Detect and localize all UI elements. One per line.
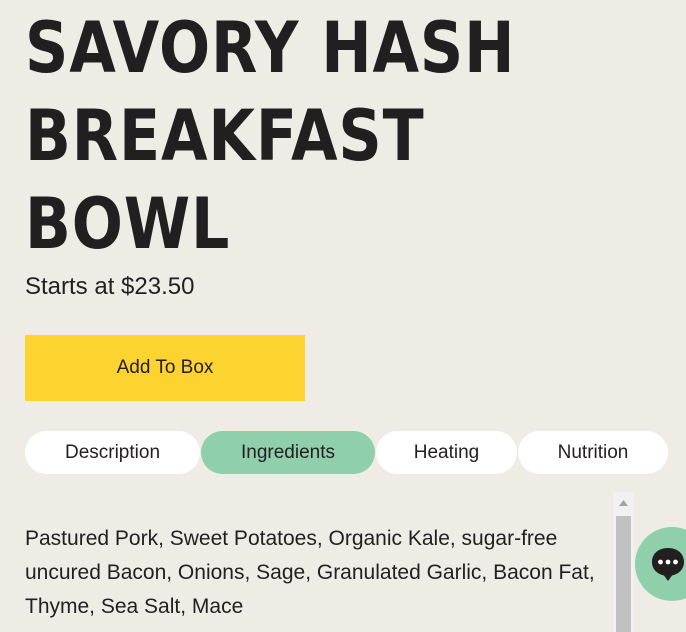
chat-button[interactable]: [635, 527, 686, 601]
product-title-line-1: SAVORY HASH: [25, 7, 516, 89]
tab-description[interactable]: Description: [25, 431, 200, 474]
product-title-line-3: BOWL: [25, 183, 231, 265]
tab-ingredients-label: Ingredients: [240, 441, 335, 463]
tab-description-label: Description: [64, 441, 161, 463]
tab-nutrition[interactable]: Nutrition: [518, 431, 668, 474]
ingredients-text: Pastured Pork, Sweet Potatoes, Organic K…: [25, 527, 595, 618]
add-to-box-button[interactable]: Add To Box: [25, 335, 305, 401]
price-label: Starts at $23.50: [25, 273, 195, 300]
scroll-thumb[interactable]: [616, 516, 631, 632]
tab-heating-label: Heating: [413, 441, 480, 463]
tab-nutrition-label: Nutrition: [557, 441, 629, 463]
tab-ingredients[interactable]: Ingredients: [201, 431, 375, 474]
tab-heating[interactable]: Heating: [376, 431, 517, 474]
ingredients-scrollbar[interactable]: [613, 492, 634, 632]
scroll-up-button[interactable]: [613, 492, 634, 514]
chat-bubble-icon: [652, 548, 684, 581]
product-title-line-2: BREAKFAST: [25, 95, 425, 177]
product-title: SAVORY HASH BREAKFAST BOWL: [25, 4, 541, 268]
chevron-up-icon: [619, 500, 628, 506]
